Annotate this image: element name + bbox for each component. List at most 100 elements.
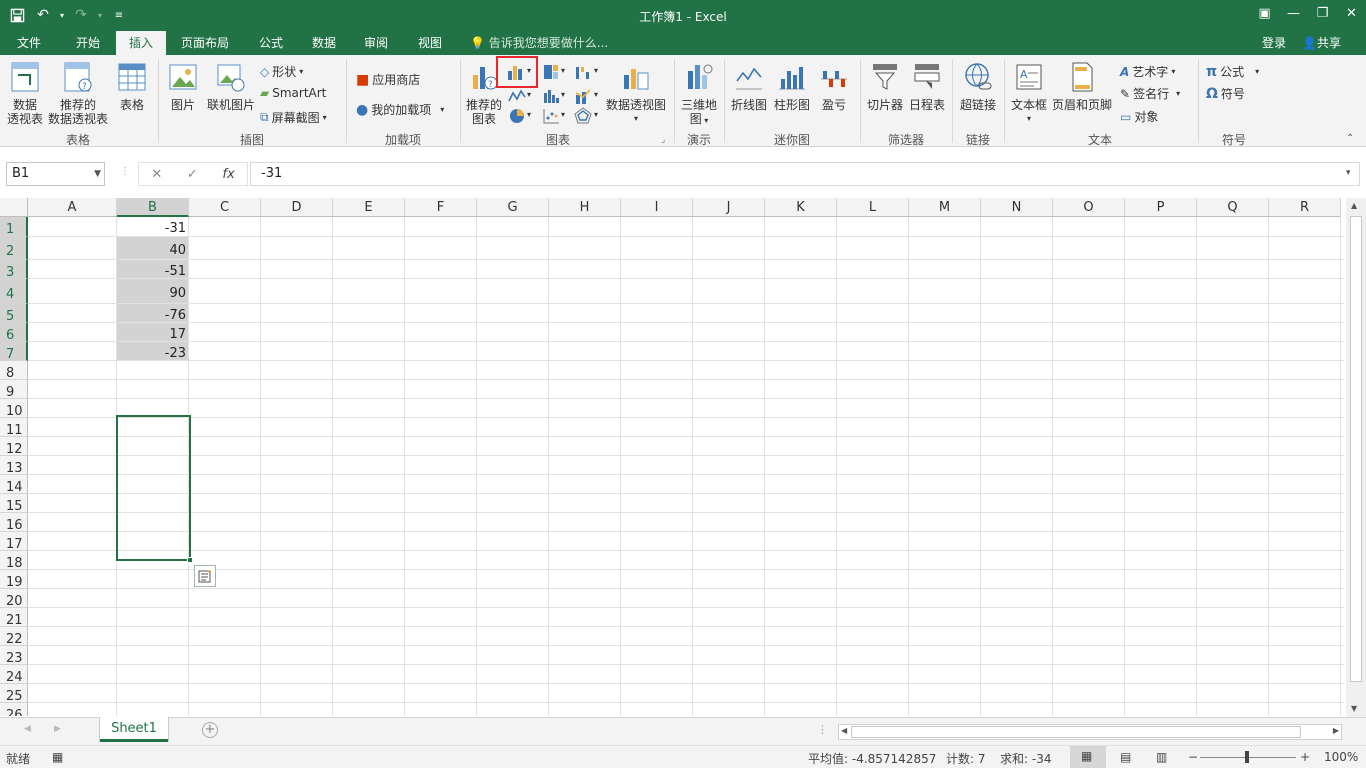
fill-handle[interactable]	[187, 557, 193, 563]
chevron-down-icon[interactable]: ▼	[94, 163, 101, 185]
expand-formula-bar-icon[interactable]: ▾	[1346, 168, 1351, 178]
row-header-21[interactable]: 21	[0, 608, 28, 628]
row-header-1[interactable]: 1	[0, 217, 28, 237]
quick-analysis-button[interactable]	[194, 565, 216, 587]
row-header-18[interactable]: 18	[0, 551, 28, 571]
column-header-k[interactable]: K	[765, 198, 837, 217]
prev-sheet-icon[interactable]: ◀	[24, 724, 31, 734]
page-layout-view-icon[interactable]: ▤	[1120, 750, 1131, 764]
select-all-corner[interactable]	[0, 198, 28, 217]
row-header-5[interactable]: 5	[0, 304, 28, 324]
row-header-13[interactable]: 13	[0, 456, 28, 476]
recommended-pivot-button[interactable]: ? 推荐的 数据透视表	[46, 61, 110, 126]
vertical-scrollbar[interactable]: ▲ ▼	[1346, 198, 1366, 718]
worksheet-grid[interactable]: ABCDEFGHIJKLMNOPQR 1 2 3 4 5 6 7 8 9 10 11 12 13 14 15…	[0, 198, 1344, 716]
new-sheet-icon[interactable]: +	[202, 722, 218, 738]
row-header-25[interactable]: 25	[0, 684, 28, 704]
row-header-20[interactable]: 20	[0, 589, 28, 609]
radar-chart-button[interactable]	[574, 107, 592, 125]
column-header-q[interactable]: Q	[1197, 198, 1269, 217]
equation-button[interactable]: π 公式 ▾	[1206, 63, 1259, 80]
scroll-up-icon[interactable]: ▲	[1351, 201, 1357, 210]
row-header-23[interactable]: 23	[0, 646, 28, 666]
login-link[interactable]: 登录	[1262, 31, 1286, 55]
tab-data[interactable]: 数据	[300, 31, 348, 55]
chevron-down-icon[interactable]: ▾	[527, 66, 531, 75]
row-header-19[interactable]: 19	[0, 570, 28, 590]
tab-page-layout[interactable]: 页面布局	[172, 31, 238, 55]
scatter-chart-button[interactable]	[542, 107, 560, 125]
formula-bar-splitter-icon[interactable]: ⋮	[120, 166, 130, 177]
column-header-r[interactable]: R	[1269, 198, 1341, 217]
my-addins-button[interactable]: ● 我的加载项 ▾	[356, 101, 444, 118]
chevron-down-icon[interactable]: ▾	[561, 110, 565, 119]
column-header-e[interactable]: E	[333, 198, 405, 217]
signature-line-button[interactable]: ✎ 签名行 ▾	[1120, 85, 1180, 102]
table-button[interactable]: 表格	[112, 61, 152, 112]
sparkline-winloss-button[interactable]: 盈亏	[814, 61, 854, 112]
row-header-17[interactable]: 17	[0, 532, 28, 552]
row-header-2[interactable]: 2	[0, 237, 28, 260]
chevron-down-icon[interactable]: ▾	[594, 110, 598, 119]
chevron-down-icon[interactable]: ▾	[527, 110, 531, 119]
cell-b5[interactable]: -76	[117, 304, 189, 323]
row-header-14[interactable]: 14	[0, 475, 28, 495]
statistic-chart-button[interactable]	[542, 87, 560, 105]
column-header-b[interactable]: B	[117, 198, 189, 217]
collapse-ribbon-icon[interactable]: ⌃	[1346, 133, 1354, 144]
column-header-c[interactable]: C	[189, 198, 261, 217]
column-header-i[interactable]: I	[621, 198, 693, 217]
timeline-button[interactable]: 日程表	[906, 61, 948, 112]
column-header-l[interactable]: L	[837, 198, 909, 217]
cell-b4[interactable]: 90	[117, 279, 189, 304]
dialog-launcher-icon[interactable]: ⌟	[661, 135, 665, 145]
row-header-6[interactable]: 6	[0, 323, 28, 343]
hyperlink-button[interactable]: 超链接	[956, 61, 1000, 112]
row-header-11[interactable]: 11	[0, 418, 28, 438]
enter-icon[interactable]: ✓	[187, 167, 198, 182]
column-header-a[interactable]: A	[28, 198, 117, 217]
page-break-view-icon[interactable]: ▥	[1156, 750, 1167, 764]
sheet-tab-sheet1[interactable]: Sheet1	[100, 717, 168, 742]
horizontal-scrollbar[interactable]: ◀ ▶	[838, 724, 1342, 740]
horizontal-scroll-thumb[interactable]	[851, 726, 1301, 738]
cancel-icon[interactable]: ✕	[151, 167, 162, 182]
row-header-9[interactable]: 9	[0, 380, 28, 400]
sparkline-line-button[interactable]: 折线图	[728, 61, 770, 112]
screenshot-button[interactable]: ⧉ 屏幕截图 ▾	[260, 109, 327, 126]
pie-chart-button[interactable]	[508, 107, 526, 125]
chevron-down-icon[interactable]: ▾	[561, 90, 565, 99]
scroll-right-icon[interactable]: ▶	[1333, 726, 1339, 735]
macro-record-icon[interactable]: ▦	[52, 750, 63, 764]
column-header-f[interactable]: F	[405, 198, 477, 217]
row-header-3[interactable]: 3	[0, 260, 28, 280]
line-chart-button[interactable]	[508, 87, 526, 105]
scroll-down-icon[interactable]: ▼	[1351, 704, 1357, 713]
wordart-button[interactable]: A 艺术字 ▾	[1120, 63, 1175, 80]
cell-b7[interactable]: -23	[117, 342, 189, 361]
row-header-26[interactable]: 26	[0, 703, 28, 716]
close-icon[interactable]: ✕	[1337, 0, 1366, 26]
sparkline-column-button[interactable]: 柱形图	[772, 61, 812, 112]
row-header-10[interactable]: 10	[0, 399, 28, 419]
tell-me-box[interactable]: 💡 告诉我您想要做什么...	[470, 31, 608, 55]
pivot-chart-button[interactable]: 数据透视图 ▾	[604, 61, 668, 126]
share-button[interactable]: 👤共享	[1302, 31, 1341, 55]
row-header-16[interactable]: 16	[0, 513, 28, 533]
waterfall-chart-button[interactable]	[574, 63, 592, 81]
column-chart-button[interactable]	[506, 63, 524, 81]
chevron-down-icon[interactable]: ▾	[594, 90, 598, 99]
tab-review[interactable]: 审阅	[352, 31, 400, 55]
row-header-4[interactable]: 4	[0, 279, 28, 304]
column-header-g[interactable]: G	[477, 198, 549, 217]
row-header-24[interactable]: 24	[0, 665, 28, 685]
chevron-down-icon[interactable]: ▾	[561, 66, 565, 75]
tab-insert[interactable]: 插入	[116, 31, 166, 55]
column-header-o[interactable]: O	[1053, 198, 1125, 217]
slicer-button[interactable]: 切片器	[864, 61, 906, 112]
pivot-table-button[interactable]: 数据 透视表	[4, 61, 46, 126]
chevron-down-icon[interactable]: ▾	[527, 90, 531, 99]
column-header-p[interactable]: P	[1125, 198, 1197, 217]
hierarchy-chart-button[interactable]	[542, 63, 560, 81]
column-header-m[interactable]: M	[909, 198, 981, 217]
